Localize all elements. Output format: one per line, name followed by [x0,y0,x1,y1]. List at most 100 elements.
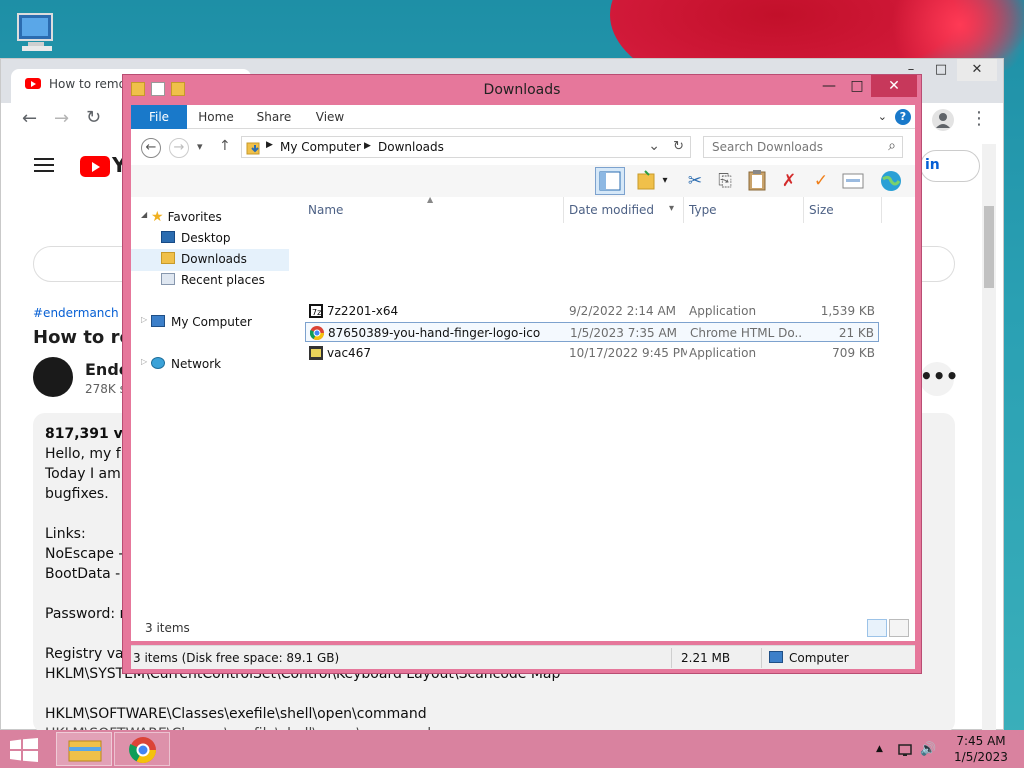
breadcrumb-my-computer[interactable]: My Computer [280,140,361,154]
network-status-icon[interactable] [898,742,914,762]
search-input[interactable]: Search Downloads ⌕ [703,136,903,158]
explorer-content: ◢ ★ Favorites Desktop Downloads Recent pl… [131,195,915,641]
ribbon-tabs: File Home Share View ⌄ ? [131,105,915,129]
downloads-folder-icon [161,252,175,264]
column-name[interactable]: Name [308,203,343,217]
up-arrow-icon[interactable]: ↑ [219,138,231,154]
chrome-icon [310,326,324,340]
preview-pane-icon[interactable] [595,167,625,195]
chrome-close-button[interactable]: ✕ [957,59,997,81]
file-name: 7z2201-x64 [327,304,399,318]
column-separator [803,197,804,223]
network-icon [151,357,165,369]
explorer-window[interactable]: Downloads — □ ✕ File Home Share View ⌄ ?… [122,74,922,674]
file-name: 87650389-you-hand-finger-logo-icon- [328,326,540,340]
application-icon [309,346,323,360]
file-row[interactable]: 7z 7z2201-x64 9/2/2022 2:14 AM Applicati… [305,301,879,321]
network-globe-icon[interactable] [879,169,903,193]
svg-text:7z: 7z [312,308,321,317]
reload-button[interactable]: ↻ [86,107,101,128]
cut-icon[interactable]: ✂ [683,169,707,193]
copy-icon[interactable]: ⎘ [713,169,737,193]
taskbar-chrome[interactable] [114,732,170,766]
taskbar-clock[interactable]: 7:45 AM 1/5/2023 [950,733,1012,765]
details-view-icon[interactable] [867,619,887,637]
explorer-maximize-button[interactable]: □ [843,75,871,97]
file-size: 21 KB [838,326,874,340]
nav-recent-places[interactable]: Recent places [161,273,265,287]
refresh-icon[interactable]: ↻ [673,139,684,154]
breadcrumb-downloads[interactable]: Downloads [378,140,444,154]
file-name: vac467 [327,346,371,360]
nav-network[interactable]: Network [151,357,221,371]
back-button[interactable]: ← [22,108,37,129]
nav-expand-icon[interactable]: ◢ [141,210,147,219]
profile-avatar-icon[interactable] [932,109,954,131]
status-location-label: Computer [789,651,849,665]
folder-options-icon[interactable] [635,169,659,193]
nav-favorites-label: Favorites [167,210,222,224]
file-row[interactable]: vac467 10/17/2022 9:45 PM Application 70… [305,343,879,363]
column-filter-icon[interactable]: ▾ [669,203,674,214]
recent-locations-icon[interactable]: ▾ [197,140,203,153]
forward-button[interactable]: → [54,108,69,129]
dropdown-arrow-icon[interactable]: ▾ [659,169,671,193]
ribbon-expand-icon[interactable]: ⌄ [878,110,887,123]
tray-overflow-icon[interactable]: ▲ [876,744,883,754]
large-icons-view-icon[interactable] [889,619,909,637]
search-icon[interactable]: ⌕ [888,138,896,154]
paste-icon[interactable] [745,169,769,193]
page-scrollbar-thumb[interactable] [984,206,994,288]
tab-share[interactable]: Share [249,105,299,129]
recent-places-icon [161,273,175,285]
file-type: Application [689,304,757,318]
delete-icon[interactable]: ✗ [777,169,801,193]
nav-network-label: Network [171,357,222,371]
nav-downloads[interactable]: Downloads [131,249,289,271]
start-button[interactable] [10,738,38,762]
chrome-tab-title: How to remo [49,77,126,91]
file-date: 10/17/2022 9:45 PM [569,346,687,360]
rename-icon[interactable] [841,169,865,193]
file-size: 1,539 KB [820,304,875,318]
youtube-logo[interactable] [80,156,110,177]
nav-desktop-label: Desktop [181,231,231,245]
volume-icon[interactable]: 🔊 [920,742,936,757]
column-date-modified[interactable]: Date modified [569,203,654,217]
help-icon[interactable]: ? [895,109,911,125]
tab-file[interactable]: File [131,105,187,129]
tab-home[interactable]: Home [191,105,241,129]
nav-favorites[interactable]: ★ Favorites [151,209,222,225]
channel-avatar[interactable] [33,357,73,397]
description-line: Links: [45,526,86,542]
explorer-minimize-button[interactable]: — [815,75,843,97]
hamburger-menu-icon[interactable] [34,158,54,172]
chrome-menu-button[interactable]: ⋮ [970,108,988,129]
back-arrow-icon[interactable]: ← [141,138,161,158]
taskbar: ▲ 🔊 7:45 AM 1/5/2023 [0,730,1024,768]
nav-collapse-icon[interactable]: ▷ [141,315,147,324]
address-dropdown-icon[interactable]: ⌄ [648,138,660,154]
checkmark-icon[interactable]: ✓ [809,169,833,193]
sign-in-button[interactable]: in [920,150,980,182]
file-row-selected[interactable]: 87650389-you-hand-finger-logo-icon- 1/5/… [305,322,879,342]
command-toolbar: ▾ ✂ ⎘ ✗ ✓ [131,165,915,197]
explorer-close-button[interactable]: ✕ [871,75,917,97]
column-size[interactable]: Size [809,203,834,217]
my-computer-desktop-icon[interactable] [14,10,60,56]
forward-arrow-icon[interactable]: → [169,138,189,158]
address-bar[interactable]: ▶ My Computer ▶ Downloads ⌄ ↻ [241,136,691,158]
column-separator [881,197,882,223]
nav-my-computer[interactable]: My Computer [151,315,252,329]
folder-download-icon [246,142,260,155]
desktop-icon [161,231,175,243]
taskbar-file-explorer[interactable] [56,732,112,766]
tab-view[interactable]: View [305,105,355,129]
more-actions-button[interactable]: ••• [920,362,958,396]
column-separator [683,197,684,223]
column-type[interactable]: Type [689,203,717,217]
nav-desktop[interactable]: Desktop [161,231,231,245]
chrome-maximize-button[interactable]: □ [927,59,955,81]
file-size: 709 KB [832,346,875,360]
nav-collapse-icon[interactable]: ▷ [141,357,147,366]
